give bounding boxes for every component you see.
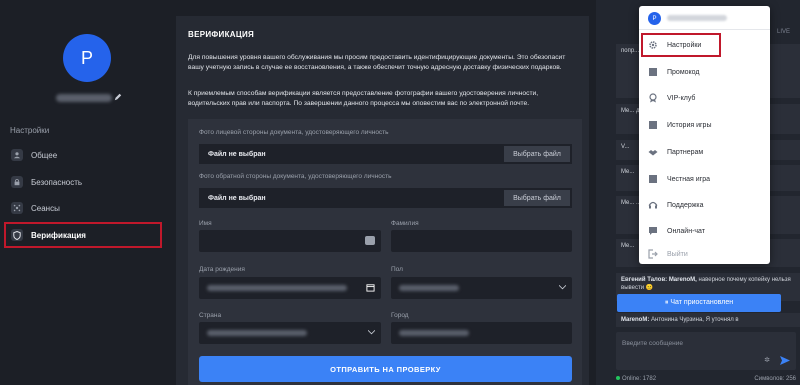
- gender-value-blurred: [399, 285, 459, 291]
- chat-input-placeholder: Введите сообщение: [622, 340, 683, 347]
- menu-item-label: Онлайн-чат: [667, 227, 705, 235]
- history-icon: [647, 119, 659, 131]
- symbols-count: Символов: 256: [754, 376, 796, 382]
- first-name-field[interactable]: [199, 230, 381, 252]
- menu-item-label: Поддержка: [667, 201, 704, 209]
- verification-form: Фото лицевой стороны документа, удостове…: [188, 119, 582, 385]
- message-author[interactable]: Евгений Талов:: [621, 277, 667, 283]
- menu-item-support[interactable]: Поддержка: [639, 193, 770, 217]
- support-icon: [647, 199, 659, 211]
- chat-icon: [647, 225, 659, 237]
- avatar[interactable]: P: [648, 12, 661, 25]
- menu-item-label: Промокод: [667, 68, 700, 76]
- gender-label: Пол: [391, 266, 403, 273]
- country-value-blurred: [207, 330, 307, 336]
- username-blurred: [56, 94, 112, 102]
- chevron-down-icon: [559, 285, 566, 290]
- chevron-down-icon: [368, 330, 375, 335]
- calendar-icon[interactable]: [366, 283, 375, 292]
- submit-verification-button[interactable]: ОТПРАВИТЬ НА ПРОВЕРКУ: [199, 356, 572, 382]
- sidebar-item-sessions[interactable]: Сеансы: [8, 197, 158, 219]
- gender-select[interactable]: [391, 277, 572, 299]
- sidebar-item-label: Общее: [31, 150, 58, 160]
- message-mention: MarenoM,: [668, 277, 697, 283]
- send-icon[interactable]: [780, 356, 790, 365]
- message-text: Антонина Чурзина, Я уточнял в: [651, 317, 739, 323]
- sidebar-item-label: Безопасность: [31, 177, 83, 187]
- message-author[interactable]: MarenoM:: [621, 317, 649, 323]
- promo-icon: [647, 66, 659, 78]
- chat-input[interactable]: Введите сообщение ✲: [616, 332, 796, 370]
- city-field[interactable]: [391, 322, 572, 344]
- choose-file-button[interactable]: Выбрать файл: [504, 190, 570, 206]
- first-name-label: Имя: [199, 220, 212, 227]
- menu-item-logout[interactable]: Выйти: [639, 244, 770, 264]
- menu-item-fair-play[interactable]: Честная игра: [639, 167, 770, 191]
- online-count: Online: 1782: [616, 376, 656, 382]
- choose-file-button[interactable]: Выбрать файл: [504, 146, 570, 162]
- city-value-blurred: [399, 330, 469, 336]
- username-blurred: [667, 15, 727, 21]
- chat-paused-button[interactable]: ⏸ Чат приостановлен: [617, 294, 781, 312]
- user-icon: [11, 149, 23, 161]
- active-item-highlight: [4, 222, 162, 248]
- file-status: Файл не выбран: [208, 150, 266, 158]
- file-status: Файл не выбран: [208, 194, 266, 202]
- verification-panel: ВЕРИФИКАЦИЯ Для повышения уровня вашего …: [176, 16, 589, 385]
- partners-icon: [647, 146, 659, 158]
- intro-paragraph: Для повышения уровня вашего обслуживания…: [188, 54, 566, 71]
- menu-item-label: VIP-клуб: [667, 94, 696, 102]
- last-name-field[interactable]: [391, 230, 572, 252]
- chat-message: MarenoM: Антонина Чурзина, Я уточнял в: [616, 313, 800, 327]
- menu-item-label: История игры: [667, 121, 712, 129]
- settings-item-highlight: [641, 33, 721, 57]
- birth-date-label: Дата рождения: [199, 266, 245, 273]
- country-select[interactable]: [199, 322, 381, 344]
- chat-footer: Online: 1782 Символов: 256: [616, 376, 796, 382]
- menu-item-history[interactable]: История игры: [639, 113, 770, 137]
- front-photo-label: Фото лицевой стороны документа, удостове…: [199, 129, 389, 136]
- menu-item-label: Партнерам: [667, 148, 704, 156]
- menu-item-label: Выйти: [667, 250, 688, 258]
- birth-date-value-blurred: [207, 285, 347, 291]
- vip-icon: [647, 92, 659, 104]
- lock-icon: [11, 176, 23, 188]
- menu-item-vip[interactable]: VIP-клуб: [639, 86, 770, 110]
- menu-item-label: Честная игра: [667, 175, 711, 183]
- birth-date-field[interactable]: [199, 277, 381, 299]
- front-photo-upload[interactable]: Файл не выбран Выбрать файл: [199, 144, 572, 164]
- methods-paragraph: К приемлемым способам верификации являет…: [188, 90, 539, 107]
- menu-item-promo[interactable]: Промокод: [639, 60, 770, 84]
- avatar[interactable]: P: [63, 34, 111, 82]
- menu-item-online-chat[interactable]: Онлайн-чат: [639, 219, 770, 243]
- autofill-icon[interactable]: [365, 236, 375, 245]
- dropdown-header: P: [639, 6, 770, 30]
- sidebar-item-label: Сеансы: [31, 203, 60, 213]
- sidebar-section-title: Настройки: [10, 126, 50, 135]
- left-sidebar: P Настройки Общее Безопасность Сеансы Ве…: [0, 0, 167, 385]
- pencil-icon[interactable]: [114, 93, 122, 101]
- settings-icon[interactable]: ✲: [764, 356, 770, 364]
- live-indicator: LIVE: [776, 29, 790, 35]
- sidebar-item-general[interactable]: Общее: [8, 144, 158, 166]
- country-label: Страна: [199, 312, 222, 319]
- sidebar-item-security[interactable]: Безопасность: [8, 171, 158, 193]
- fair-play-icon: [647, 173, 659, 185]
- back-photo-upload[interactable]: Файл не выбран Выбрать файл: [199, 188, 572, 208]
- logout-icon: [647, 248, 659, 260]
- back-photo-label: Фото обратной стороны документа, удостов…: [199, 173, 392, 180]
- last-name-label: Фамилия: [391, 220, 419, 227]
- menu-item-partners[interactable]: Партнерам: [639, 140, 770, 164]
- sessions-icon: [11, 202, 23, 214]
- page-title: ВЕРИФИКАЦИЯ: [188, 30, 255, 39]
- city-label: Город: [391, 312, 409, 319]
